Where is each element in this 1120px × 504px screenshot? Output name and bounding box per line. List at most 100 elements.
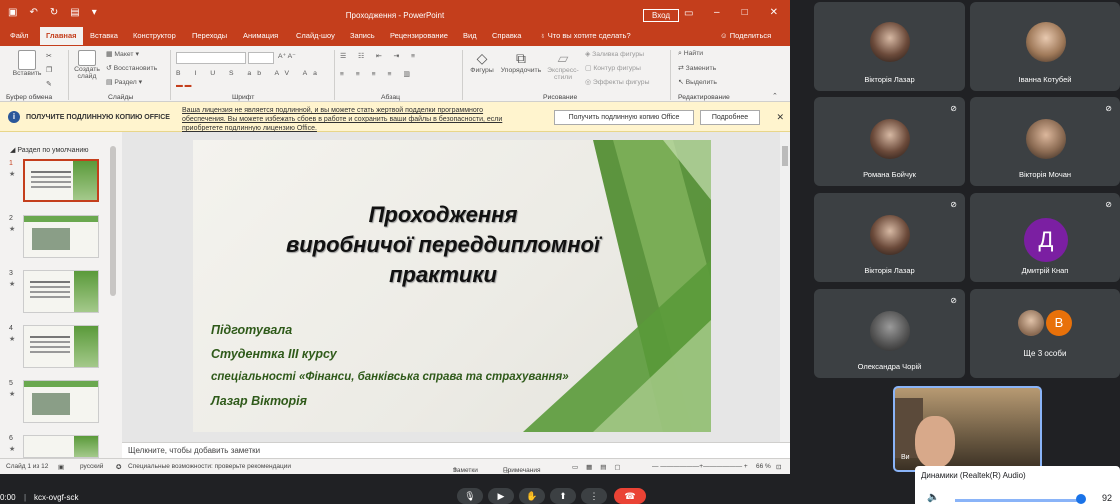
reset-button[interactable]: ↺ Восстановить xyxy=(106,64,157,72)
scrollbar-thumb[interactable] xyxy=(782,146,788,166)
volume-slider-handle[interactable] xyxy=(1076,494,1086,504)
close-icon[interactable]: ✕ xyxy=(776,112,784,123)
tab-transitions[interactable]: Переходы xyxy=(192,31,227,40)
participant-tile[interactable]: ⊘ Вікторія Мочан xyxy=(970,97,1120,186)
thumb-text-lines xyxy=(30,336,70,338)
shape-fill-button[interactable]: ◈ Заливка фигуры xyxy=(585,50,644,58)
minimize-icon[interactable]: – xyxy=(714,7,720,18)
present-screen-button[interactable]: ⬆ xyxy=(550,488,576,504)
participant-tile[interactable]: ⊘ Романа Бойчук xyxy=(814,97,965,186)
lightbulb-icon: ♁ xyxy=(540,31,548,40)
new-slide-icon xyxy=(78,50,96,66)
participant-tile[interactable]: ⊘ Вікторія Лазар xyxy=(814,193,965,282)
thumb-number: 4 xyxy=(9,325,13,332)
format-painter-icon[interactable]: ✎ xyxy=(46,80,52,88)
slide-thumbnail-2[interactable] xyxy=(23,215,99,258)
language-indicator[interactable]: русский xyxy=(80,463,103,470)
font-color-icon[interactable]: ▬ ▬ xyxy=(176,82,191,89)
list-icons[interactable]: ☰ ☷ ⇤ ⇥ ≡ xyxy=(340,52,420,60)
cut-icon[interactable]: ✂ xyxy=(46,52,52,60)
slide-thumbnail-4[interactable] xyxy=(23,325,99,368)
volume-slider[interactable] xyxy=(955,499,1080,502)
select-button[interactable]: ↖ Выделить xyxy=(678,78,717,86)
paste-button[interactable]: Вставить xyxy=(12,50,42,77)
slide-scrollbar[interactable] xyxy=(780,132,790,442)
current-slide[interactable]: Проходження виробничої переддипломної пр… xyxy=(193,140,711,432)
phone-hangup-icon: ☎ xyxy=(624,491,636,501)
self-view-video[interactable]: Ви xyxy=(893,386,1042,472)
participant-name: Романа Бойчук xyxy=(863,170,916,179)
share-button[interactable]: ☺ Поделиться xyxy=(720,31,771,40)
get-genuine-office-button[interactable]: Получить подлинную копию Office xyxy=(554,110,694,125)
speaker-icon[interactable]: 🔈 xyxy=(927,492,939,503)
font-family-select[interactable] xyxy=(176,52,246,64)
slide-thumbnail-5[interactable] xyxy=(23,380,99,423)
new-slide-button[interactable]: Создать слайд xyxy=(72,50,102,80)
tab-record[interactable]: Запись xyxy=(350,31,375,40)
slide-thumbnail-6[interactable] xyxy=(23,435,99,458)
more-participants-tile[interactable]: В Ще 3 особи xyxy=(970,289,1120,378)
tab-animations[interactable]: Анимация xyxy=(243,31,278,40)
transition-star-icon: ★ xyxy=(9,391,16,398)
ribbon-divider xyxy=(462,50,463,100)
slide-thumbnail-1[interactable] xyxy=(23,159,99,202)
shape-effects-button[interactable]: ◎ Эффекты фигуры xyxy=(585,78,649,86)
tab-insert[interactable]: Вставка xyxy=(90,31,118,40)
license-warning-bar: i ПОЛУЧИТЕ ПОДЛИННУЮ КОПИЮ OFFICE Ваша л… xyxy=(0,102,790,132)
tab-view[interactable]: Вид xyxy=(463,31,477,40)
tab-slideshow[interactable]: Слайд-шоу xyxy=(296,31,335,40)
ribbon-display-icon[interactable]: ▭ xyxy=(684,8,693,19)
microphone-button[interactable]: 🎙 xyxy=(457,488,483,504)
accessibility-status[interactable]: Специальные возможности: проверьте реком… xyxy=(128,463,291,470)
spellcheck-icon[interactable]: ▣ xyxy=(58,463,64,471)
notes-pane[interactable]: Щелкните, чтобы добавить заметки xyxy=(122,442,790,458)
fit-slide-icon[interactable]: ⊡ xyxy=(776,463,781,471)
section-label[interactable]: ◢ Раздел по умолчанию xyxy=(10,146,89,154)
participant-tile[interactable]: ⊘ Д Дмитрій Кнап xyxy=(970,193,1120,282)
zoom-slider[interactable]: — ——————+—————— + xyxy=(652,463,748,470)
more-info-button[interactable]: Подробнее xyxy=(700,110,760,125)
font-size-select[interactable] xyxy=(248,52,274,64)
shapes-button[interactable]: ◇ Фигуры xyxy=(468,50,496,74)
accessibility-icon: ✪ xyxy=(116,464,122,471)
tell-me-search[interactable]: ♁ Что вы хотите сделать? xyxy=(540,31,631,40)
shape-outline-button[interactable]: ▢ Контур фигуры xyxy=(585,64,641,72)
quick-styles-button[interactable]: ▱ Экспресс-стили xyxy=(546,50,580,81)
slide-title[interactable]: Проходження виробничої переддипломної пр… xyxy=(233,200,653,290)
collapse-ribbon-icon[interactable]: ⌃ xyxy=(772,92,778,100)
replace-button[interactable]: ⇄ Заменить xyxy=(678,64,716,72)
zoom-level[interactable]: 66 % xyxy=(756,463,771,470)
tab-review[interactable]: Рецензирование xyxy=(390,31,448,40)
view-buttons[interactable]: ▭▦▤▢ xyxy=(572,463,629,471)
find-button[interactable]: ⌕ Найти xyxy=(678,50,703,58)
participant-tile[interactable]: Вікторія Лазар xyxy=(814,2,965,91)
license-warning-message[interactable]: Ваша лицензия не является подлинной, и в… xyxy=(182,106,522,133)
tab-help[interactable]: Справка xyxy=(492,31,521,40)
tab-home[interactable]: Главная xyxy=(40,27,83,45)
tab-file[interactable]: Файл xyxy=(10,31,28,40)
transition-star-icon: ★ xyxy=(9,281,16,288)
participant-tile[interactable]: ⊘ Олександра Чорій xyxy=(814,289,965,378)
camera-button[interactable]: ▶ xyxy=(488,488,514,504)
align-icons[interactable]: ≡ ≡ ≡ ≡ ▥ xyxy=(340,70,415,78)
more-options-button[interactable]: ⋮ xyxy=(581,488,607,504)
font-format-icons[interactable]: B I U S ab AV Aa xyxy=(176,70,323,77)
close-icon[interactable]: ✕ xyxy=(770,7,778,18)
maximize-icon[interactable]: □ xyxy=(742,7,748,18)
font-grow-shrink-icon[interactable]: A⁺ A⁻ xyxy=(278,52,296,60)
login-button[interactable]: Вход xyxy=(643,9,680,22)
end-call-button[interactable]: ☎ xyxy=(614,488,646,504)
section-button[interactable]: ▤ Раздел ▾ xyxy=(106,78,142,86)
raise-hand-button[interactable]: ✋ xyxy=(519,488,545,504)
participant-tile[interactable]: Іванна Котубей xyxy=(970,2,1120,91)
arrange-button[interactable]: ⧉ Упорядочить xyxy=(500,50,542,74)
ribbon-tabs: Файл Главная Вставка Конструктор Переход… xyxy=(0,26,790,46)
self-view-label: Ви xyxy=(901,454,910,461)
thumb-text-lines xyxy=(30,281,70,283)
layout-button[interactable]: ▦ Макет ▾ xyxy=(106,50,139,58)
slide-thumbnail-3[interactable] xyxy=(23,270,99,313)
copy-icon[interactable]: ❐ xyxy=(46,66,52,74)
tab-design[interactable]: Конструктор xyxy=(133,31,176,40)
divider: | xyxy=(24,493,27,502)
thumbnails-scrollbar[interactable] xyxy=(110,146,116,296)
